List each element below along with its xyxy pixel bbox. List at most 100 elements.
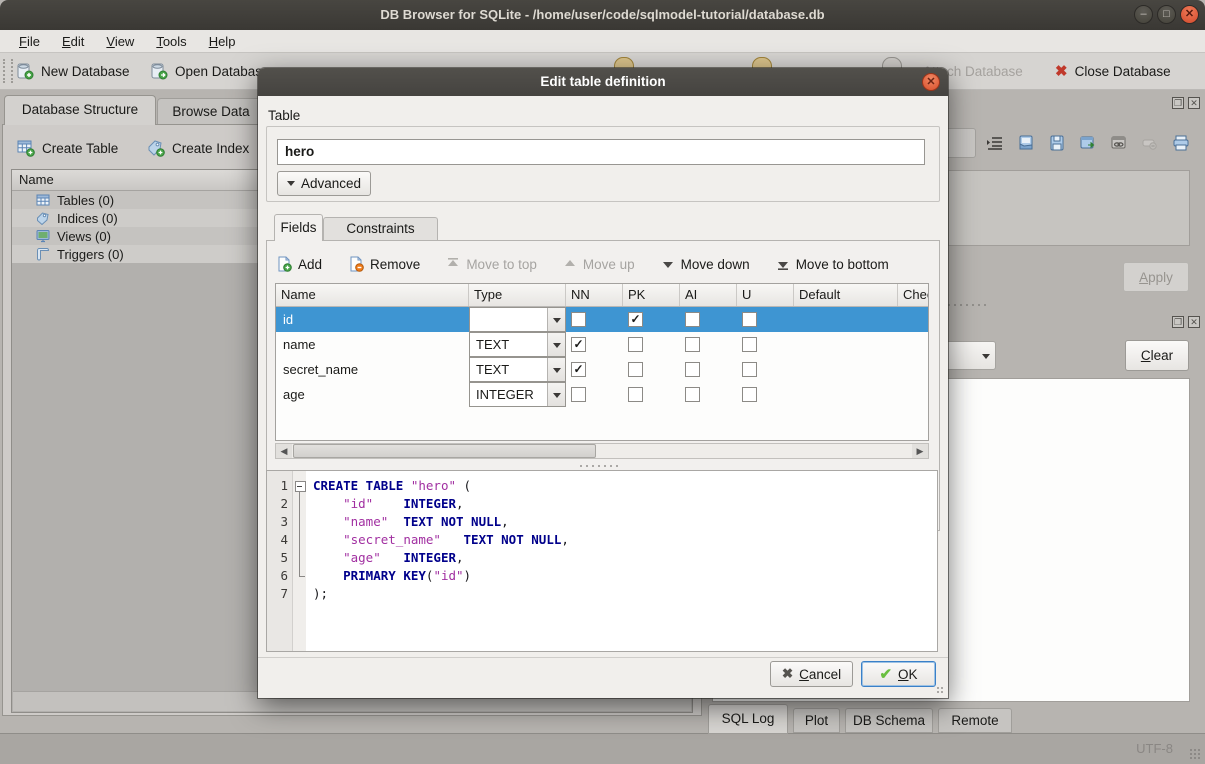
nn-checkbox[interactable]: ✓ [571,337,586,352]
column-header-u[interactable]: U [737,284,794,306]
ai-checkbox[interactable] [685,337,700,352]
ok-button[interactable]: ✔ OK [861,661,936,687]
u-checkbox[interactable] [742,362,757,377]
dock-close-icon[interactable]: ✕ [1188,316,1200,328]
field-name-cell[interactable]: name [276,332,469,357]
check-cell[interactable] [898,307,929,332]
table-name-input[interactable]: hero [277,139,925,165]
create-index-button[interactable]: Create Index [147,135,249,161]
type-combobox[interactable]: TEXT [469,332,566,357]
type-combobox[interactable]: INTEGER [469,307,566,332]
dock-close-icon[interactable]: ✕ [1188,97,1200,109]
type-combobox[interactable]: INTEGER [469,382,566,407]
menu-help[interactable]: Help [200,32,245,51]
pk-checkbox[interactable] [628,337,643,352]
advanced-button[interactable]: Advanced [277,171,371,196]
dialog-close-icon[interactable]: ✕ [922,73,940,91]
null-toggle-button[interactable] [1137,130,1163,156]
save-file-button[interactable] [1044,130,1070,156]
open-file-button[interactable] [1013,130,1039,156]
ai-checkbox[interactable] [685,362,700,377]
check-cell[interactable] [898,332,929,357]
fold-marker-icon[interactable] [293,477,306,495]
add-button[interactable]: Add [276,256,322,272]
tab-db-schema[interactable]: DB Schema [845,708,933,733]
u-checkbox[interactable] [742,312,757,327]
column-header-name[interactable]: Name [276,284,469,306]
move-to-top-button[interactable]: Move to top [446,257,537,272]
pk-checkbox[interactable] [628,387,643,402]
ai-checkbox[interactable] [685,312,700,327]
scroll-left-icon[interactable]: ◀ [276,444,292,458]
menu-tools[interactable]: Tools [147,32,195,51]
close-database-button[interactable]: ✖ Close Database [1055,58,1171,84]
move-to-bottom-button[interactable]: Move to bottom [776,257,889,272]
u-checkbox[interactable] [742,337,757,352]
tab-remote[interactable]: Remote [938,708,1012,733]
column-header-pk[interactable]: PK [623,284,680,306]
default-cell[interactable] [794,357,898,382]
field-row-age[interactable]: ageINTEGER [276,382,928,407]
apply-button[interactable]: Apply [1123,262,1189,292]
window-titlebar[interactable]: DB Browser for SQLite - /home/user/code/… [0,0,1205,30]
menu-view[interactable]: View [97,32,143,51]
sql-fold-column[interactable] [293,471,306,651]
column-header-nn[interactable]: NN [566,284,623,306]
print-button[interactable] [1168,130,1194,156]
column-header-ai[interactable]: AI [680,284,737,306]
u-checkbox[interactable] [742,387,757,402]
move-down-button[interactable]: Move down [661,257,750,272]
dialog-titlebar[interactable]: Edit table definition ✕ [258,68,948,96]
column-header-check[interactable]: Check [898,284,929,306]
field-row-secret_name[interactable]: secret_nameTEXT✓ [276,357,928,382]
dialog-splitter-handle[interactable] [578,464,622,468]
menu-file[interactable]: File [10,32,49,51]
scrollbar-thumb[interactable] [293,444,596,458]
pk-checkbox[interactable] [628,362,643,377]
nn-checkbox[interactable] [571,312,586,327]
fields-grid-hscrollbar[interactable]: ◀ ▶ [275,443,929,459]
column-header-type[interactable]: Type [469,284,566,306]
tab-plot[interactable]: Plot [793,708,840,733]
default-cell[interactable] [794,332,898,357]
dock-float-icon[interactable]: ❐ [1172,97,1184,109]
field-name-cell[interactable]: id [276,307,469,332]
cell-mode-button[interactable] [944,128,976,158]
field-row-name[interactable]: nameTEXT ✓ [276,332,928,357]
minimize-icon[interactable]: – [1134,5,1153,24]
new-database-button[interactable]: New Database [16,58,130,84]
tab-browse-data[interactable]: Browse Data [157,98,265,125]
resize-grip[interactable] [1189,748,1201,760]
default-cell[interactable] [794,307,898,332]
create-table-button[interactable]: Create Table [17,135,118,161]
nn-checkbox[interactable] [571,387,586,402]
check-cell[interactable] [898,382,929,407]
tab-database-structure[interactable]: Database Structure [4,95,156,125]
sql-preview[interactable]: 1234567 CREATE TABLE "hero" ( "id" INTEG… [266,470,938,652]
move-up-button[interactable]: Move up [563,257,635,272]
close-icon[interactable]: ✕ [1180,5,1199,24]
cell-editor-area[interactable] [948,170,1190,246]
remove-button[interactable]: Remove [348,256,420,272]
open-database-button[interactable]: Open Database [150,58,270,84]
cancel-button[interactable]: ✖ Cancel [770,661,853,687]
indent-button[interactable] [982,130,1008,156]
ai-checkbox[interactable] [685,387,700,402]
nn-checkbox[interactable]: ✓ [571,362,586,377]
field-name-cell[interactable]: age [276,382,469,407]
column-header-default[interactable]: Default [794,284,898,306]
default-cell[interactable] [794,382,898,407]
link-button[interactable] [1106,130,1132,156]
tab-sql-log[interactable]: SQL Log [708,704,788,734]
maximize-icon[interactable]: □ [1157,5,1176,24]
toolbar-drag-handle[interactable] [3,59,13,83]
dock-splitter-handle[interactable] [946,303,990,307]
field-name-cell[interactable]: secret_name [276,357,469,382]
scroll-right-icon[interactable]: ▶ [912,444,928,458]
tab-fields[interactable]: Fields [274,214,323,241]
field-row-id[interactable]: idINTEGER✓ [276,307,928,332]
menu-edit[interactable]: Edit [53,32,93,51]
tab-constraints[interactable]: Constraints [323,217,438,241]
dialog-resize-grip[interactable] [936,686,945,695]
export-button[interactable] [1075,130,1101,156]
